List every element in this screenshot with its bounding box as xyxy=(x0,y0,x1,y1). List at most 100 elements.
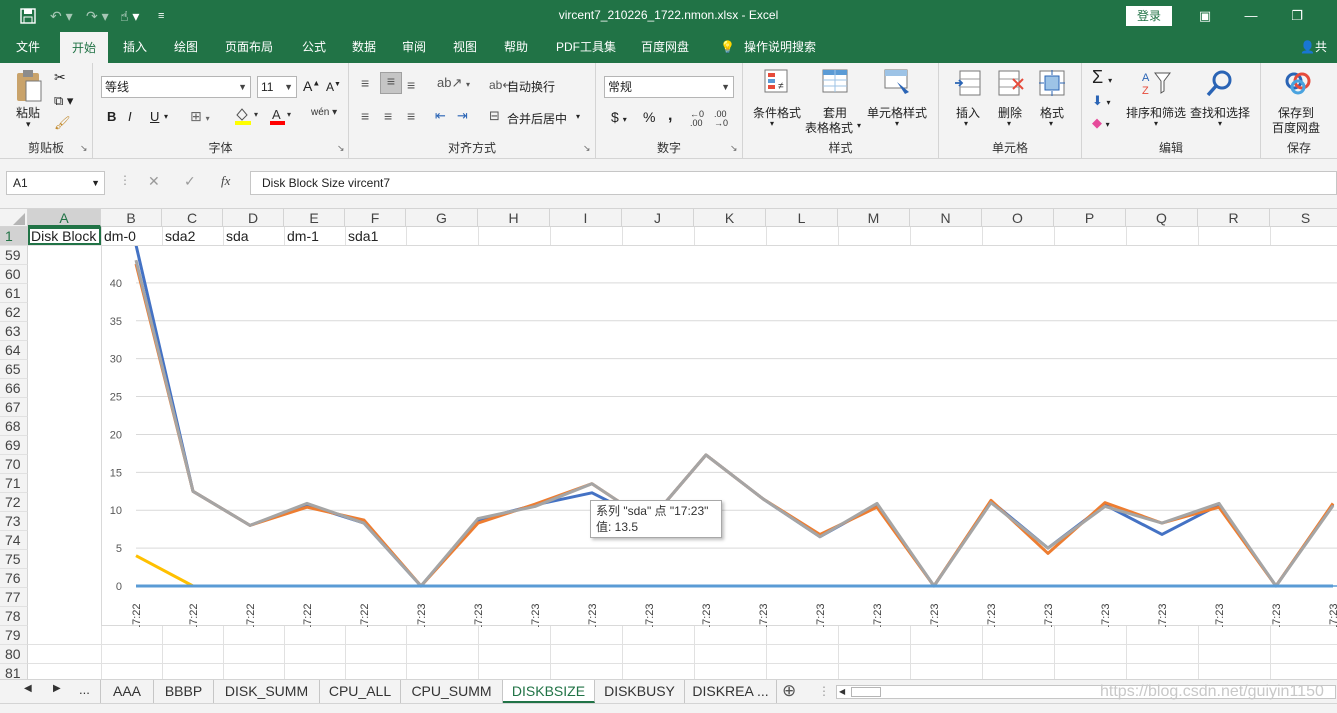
percent-button[interactable]: % xyxy=(643,109,655,125)
align-left-icon[interactable]: ≡ xyxy=(361,108,369,124)
conditional-formatting-icon[interactable]: ≠ xyxy=(763,68,791,99)
row-header-65[interactable]: 65 xyxy=(0,360,28,379)
column-header-r[interactable]: R xyxy=(1198,209,1270,227)
tab-review[interactable]: 审阅 xyxy=(398,32,430,63)
tab-help[interactable]: 帮助 xyxy=(500,32,532,63)
baidu-netdisk-icon[interactable] xyxy=(1283,69,1313,100)
tab-page-layout[interactable]: 页面布局 xyxy=(221,32,277,63)
series-line-sda2[interactable] xyxy=(134,263,1335,588)
row-header-59[interactable]: 59 xyxy=(0,246,28,265)
column-header-o[interactable]: O xyxy=(982,209,1054,227)
series-line-sda[interactable] xyxy=(134,259,1335,588)
align-top-icon[interactable]: ≡ xyxy=(361,75,369,91)
currency-button[interactable]: $ ▾ xyxy=(611,109,627,125)
column-header-g[interactable]: G xyxy=(406,209,478,227)
row-header-68[interactable]: 68 xyxy=(0,417,28,436)
tab-view[interactable]: 视图 xyxy=(449,32,481,63)
column-header-e[interactable]: E xyxy=(284,209,345,227)
add-sheet-button[interactable]: ⊕ xyxy=(782,681,796,701)
dialog-launcher-icon[interactable]: ↘ xyxy=(80,143,88,154)
column-header-s[interactable]: S xyxy=(1270,209,1337,227)
row-header-64[interactable]: 64 xyxy=(0,341,28,360)
increase-indent-icon[interactable]: ⇥ xyxy=(457,108,468,124)
cell-styles-icon[interactable] xyxy=(883,68,913,99)
scrollbar-thumb[interactable] xyxy=(851,687,881,697)
number-format-select[interactable]: 常规 ▼ xyxy=(604,76,734,98)
increase-decimal-icon[interactable]: ←0.00 xyxy=(690,110,704,128)
orientation-icon[interactable]: ab↗ ▾ xyxy=(437,75,470,91)
column-header-i[interactable]: I xyxy=(550,209,622,227)
column-header-b[interactable]: B xyxy=(101,209,162,227)
cell-e1[interactable]: dm-1 xyxy=(284,227,345,245)
sheet-tab-aaa[interactable]: AAA xyxy=(100,680,154,703)
column-header-f[interactable]: F xyxy=(345,209,406,227)
format-as-table-icon[interactable] xyxy=(821,68,851,99)
fill-icon[interactable]: ⬇ ▾ xyxy=(1092,93,1111,109)
column-header-q[interactable]: Q xyxy=(1126,209,1198,227)
insert-cells-icon[interactable] xyxy=(954,69,982,100)
dialog-launcher-icon[interactable]: ↘ xyxy=(337,143,345,154)
sheet-tab-diskbsize[interactable]: DISKBSIZE xyxy=(503,680,595,703)
font-size-select[interactable]: 11 ▼ xyxy=(257,76,297,98)
scroll-tabs-left-icon[interactable]: ◀ xyxy=(24,683,32,694)
tab-home[interactable]: 开始 xyxy=(60,32,109,63)
italic-button[interactable]: I xyxy=(128,109,132,124)
row-header-71[interactable]: 71 xyxy=(0,474,28,493)
row-header-80[interactable]: 80 xyxy=(0,645,28,664)
sheet-tab-bbbp[interactable]: BBBP xyxy=(154,680,214,703)
row-header-66[interactable]: 66 xyxy=(0,379,28,398)
cell-d1[interactable]: sda xyxy=(223,227,284,245)
comma-button[interactable]: , xyxy=(668,107,672,125)
row-header-79[interactable]: 79 xyxy=(0,626,28,645)
paste-dropdown-icon[interactable]: ▾ xyxy=(26,119,31,130)
row-header-74[interactable]: 74 xyxy=(0,531,28,550)
lightbulb-icon[interactable]: 💡 xyxy=(716,32,739,63)
grow-font-icon[interactable]: A▲ xyxy=(303,78,320,94)
minimize-icon[interactable]: — xyxy=(1240,6,1262,26)
sort-filter-icon[interactable]: AZ xyxy=(1140,69,1172,100)
row-header-76[interactable]: 76 xyxy=(0,569,28,588)
tab-data[interactable]: 数据 xyxy=(348,32,380,63)
save-to-netdisk-label-2[interactable]: 百度网盘 xyxy=(1272,119,1320,136)
sheet-tab-diskbusy[interactable]: DISKBUSY xyxy=(595,680,685,703)
cut-icon[interactable]: ✂ xyxy=(54,69,66,86)
column-header-m[interactable]: M xyxy=(838,209,910,227)
series-line-dm-0[interactable] xyxy=(134,244,1335,588)
row-header-75[interactable]: 75 xyxy=(0,550,28,569)
row-header-63[interactable]: 63 xyxy=(0,322,28,341)
login-button[interactable]: 登录 xyxy=(1126,6,1172,26)
column-header-p[interactable]: P xyxy=(1054,209,1126,227)
align-center-icon[interactable]: ≡ xyxy=(384,108,392,124)
find-select-icon[interactable] xyxy=(1205,69,1235,102)
row-header-60[interactable]: 60 xyxy=(0,265,28,284)
decrease-indent-icon[interactable]: ⇤ xyxy=(435,108,446,124)
enter-icon[interactable]: ✓ xyxy=(184,173,196,190)
column-header-d[interactable]: D xyxy=(223,209,284,227)
more-sheets-button[interactable]: ... xyxy=(79,682,90,697)
row-header-1[interactable]: 1 xyxy=(0,227,28,246)
merge-center-button[interactable]: 合并后居中 xyxy=(507,110,567,127)
share-button[interactable]: 👤共享 xyxy=(1296,32,1337,85)
scroll-left-icon[interactable]: ◀ xyxy=(839,687,845,696)
phonetic-guide-icon[interactable]: wén ▾ xyxy=(311,107,337,118)
select-all-corner[interactable] xyxy=(0,209,28,227)
row-header-61[interactable]: 61 xyxy=(0,284,28,303)
tab-pdf-tools[interactable]: PDF工具集 xyxy=(552,32,620,63)
tab-formulas[interactable]: 公式 xyxy=(298,32,330,63)
font-name-select[interactable]: 等线 ▼ xyxy=(101,76,251,98)
tab-file[interactable]: 文件 xyxy=(12,32,44,63)
ribbon-display-options-icon[interactable]: ▣ xyxy=(1194,6,1216,26)
tell-me-search[interactable]: 操作说明搜索 xyxy=(740,32,820,63)
row-header-62[interactable]: 62 xyxy=(0,303,28,322)
borders-icon[interactable]: ⊞ ▾ xyxy=(190,108,210,125)
underline-button[interactable]: U xyxy=(150,109,159,124)
row-header-81[interactable]: 81 xyxy=(0,664,28,679)
format-painter-icon[interactable]: 🖌 xyxy=(54,115,71,131)
name-box[interactable]: A1 ▼ xyxy=(6,171,105,195)
column-header-n[interactable]: N xyxy=(910,209,982,227)
cancel-icon[interactable]: ✕ xyxy=(148,173,160,190)
row-header-73[interactable]: 73 xyxy=(0,512,28,531)
chevron-down-icon[interactable]: ▾ xyxy=(164,112,168,121)
scroll-tabs-right-icon[interactable]: ▶ xyxy=(53,683,61,694)
row-header-78[interactable]: 78 xyxy=(0,607,28,626)
